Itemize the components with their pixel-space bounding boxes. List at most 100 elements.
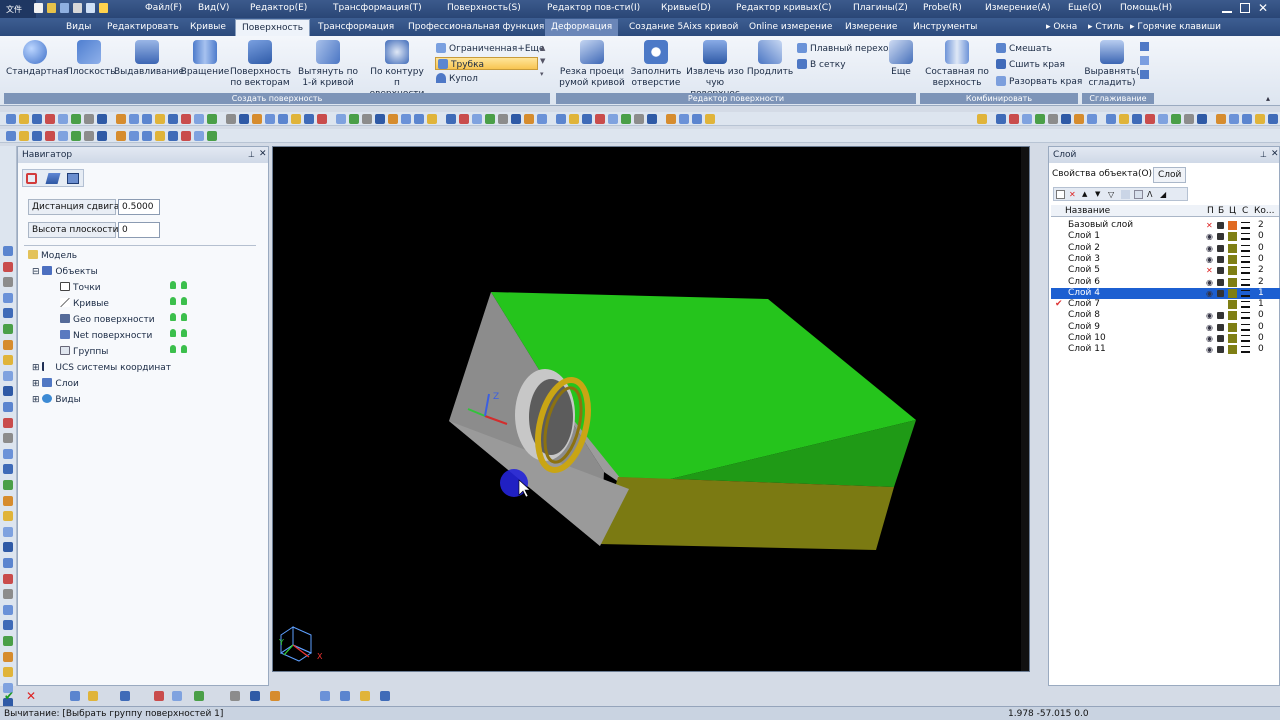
layer-color-swatch[interactable] [1228,232,1237,242]
toolbar-tool-icon[interactable] [58,131,68,141]
lock-icon[interactable] [1217,312,1224,320]
side-tool-icon[interactable] [3,495,13,506]
menu-surface[interactable]: Поверхность(S) [447,3,521,13]
visibility-bulb-icon[interactable] [181,281,187,289]
line-style-icon[interactable] [1241,278,1250,286]
smooth-button[interactable]: Выравнять( сгладить) [1084,40,1140,89]
tree-layers[interactable]: ⊞ Слои [32,378,79,389]
tab-measure[interactable]: Измерение [839,19,903,36]
line-style-icon[interactable] [1241,335,1250,342]
tab-curves[interactable]: Кривые [184,19,232,36]
toolbar-tool-icon[interactable] [116,114,126,124]
break-edges-button[interactable]: Разорвать края [996,76,1082,87]
side-tool-icon[interactable] [3,667,13,678]
lock-icon[interactable] [1217,233,1224,241]
visibility-bulb-icon[interactable] [170,313,176,321]
toolbar-tool-icon[interactable] [116,131,126,141]
eye-icon[interactable]: ◉ [1206,334,1214,343]
tab-5axis[interactable]: Создание 5Aixs кривой [623,19,744,36]
side-tool-icon[interactable] [3,636,13,646]
toolbar-tool-icon[interactable] [1197,114,1207,124]
toolbar-tool-icon[interactable] [1145,114,1155,124]
tab-deformation[interactable]: Деформация [545,19,619,36]
bottom-tool-icon[interactable] [270,691,280,701]
toolbar-tool-icon[interactable] [207,114,217,124]
delete-layer-icon[interactable]: ✕ [1069,190,1078,199]
tab-layer[interactable]: Слой [1153,167,1187,183]
line-style-icon[interactable] [1241,312,1250,320]
windows-menu[interactable]: ▸ Окна [1046,22,1077,32]
toolbar-tool-icon[interactable] [446,114,456,124]
tab-professional[interactable]: Профессиональная функция [402,19,550,36]
side-tool-icon[interactable] [3,261,13,272]
side-tool-icon[interactable] [3,308,13,319]
standard-surface-button[interactable]: Стандартная [6,40,68,78]
side-tool-icon[interactable] [3,370,13,381]
layer-row[interactable]: Слой 1 ◉ 0 [1051,231,1280,242]
toolbar-tool-icon[interactable] [1158,114,1168,124]
viewport-vscroll[interactable] [1021,147,1029,671]
sew-edges-button[interactable]: Сшить края [996,59,1065,70]
tree-net-surfaces[interactable]: Net поверхности [60,330,152,341]
layer-color-swatch[interactable] [1228,345,1237,355]
merge-icon[interactable] [1121,190,1130,199]
ribbon-collapse-icon[interactable]: ▴ [1266,94,1270,103]
col-s[interactable]: С [1242,206,1248,216]
bottom-tool-icon[interactable] [194,691,204,701]
tab-transform[interactable]: Трансформация [312,19,400,36]
toolbar-tool-icon[interactable] [304,114,314,124]
visibility-bulb-icon[interactable] [181,313,187,321]
toolbar-tool-icon[interactable] [459,114,469,124]
toolbar-tool-icon[interactable] [1132,114,1142,124]
toolbar-tool-icon[interactable] [252,114,262,124]
toolbar-tool-icon[interactable] [427,114,437,124]
side-tool-icon[interactable] [3,402,13,412]
layer-row[interactable]: Слой 11 ◉ 0 [1051,344,1280,355]
style-menu[interactable]: ▸ Стиль [1088,22,1124,32]
toolbar-tool-icon[interactable] [32,114,42,124]
eye-icon[interactable]: ◉ [1206,278,1214,287]
side-tool-icon[interactable] [3,464,13,475]
lock-icon[interactable] [1217,255,1224,263]
lock-icon[interactable] [1217,278,1224,286]
toolbar-tool-icon[interactable] [45,131,55,141]
sweep-one-curve-button[interactable]: Вытянуть по 1-й кривой [298,40,358,89]
eye-icon[interactable]: ◉ [1206,232,1214,241]
toolbar-tool-icon[interactable] [129,114,139,124]
toolbar-tool-icon[interactable] [6,131,16,141]
tab-online-measure[interactable]: Online измерение [743,19,838,36]
toolbar-tool-icon[interactable] [194,114,204,124]
tab-edit[interactable]: Редактировать [101,19,185,36]
toolbar-tool-icon[interactable] [45,114,55,124]
navigator-close-icon[interactable]: ✕ [259,149,267,159]
side-tool-icon[interactable] [3,651,13,662]
toolbar-tool-icon[interactable] [1268,114,1278,124]
toolbar-tool-icon[interactable] [388,114,398,124]
layer-color-swatch[interactable] [1228,334,1237,343]
tube-button[interactable]: Трубка [435,57,538,70]
toolbar-tool-icon[interactable] [1022,114,1032,124]
menu-surface-editor[interactable]: Редактор пов-сти(I) [547,3,640,13]
eye-icon[interactable]: ◉ [1206,255,1214,264]
layer-color-swatch[interactable] [1228,266,1237,276]
toolbar-tool-icon[interactable] [401,114,411,124]
toolbar-tool-icon[interactable] [647,114,657,124]
bottom-tool-icon[interactable] [88,691,98,701]
visibility-bulb-icon[interactable] [181,297,187,305]
layer-row[interactable]: Слой 9 ◉ 0 [1051,322,1280,333]
move-down-icon[interactable]: ▼ [1095,190,1104,199]
layer-color-swatch[interactable] [1228,243,1237,253]
toolbar-tool-icon[interactable] [608,114,618,124]
layers-tab-icon[interactable] [45,173,61,184]
toolbar-tool-icon[interactable] [524,114,534,124]
plane-button[interactable]: Плоскость [66,40,115,78]
toolbar-tool-icon[interactable] [414,114,424,124]
toolbar-tool-icon[interactable] [84,131,94,141]
lock-icon[interactable] [1217,323,1224,331]
toolbar-tool-icon[interactable] [142,114,152,124]
toolbar-tool-icon[interactable] [155,131,165,141]
toolbar-tool-icon[interactable] [375,114,385,124]
toolbar-tool-icon[interactable] [556,114,566,124]
menu-more[interactable]: Еще(O) [1068,3,1102,13]
toolbar-tool-icon[interactable] [349,114,359,124]
